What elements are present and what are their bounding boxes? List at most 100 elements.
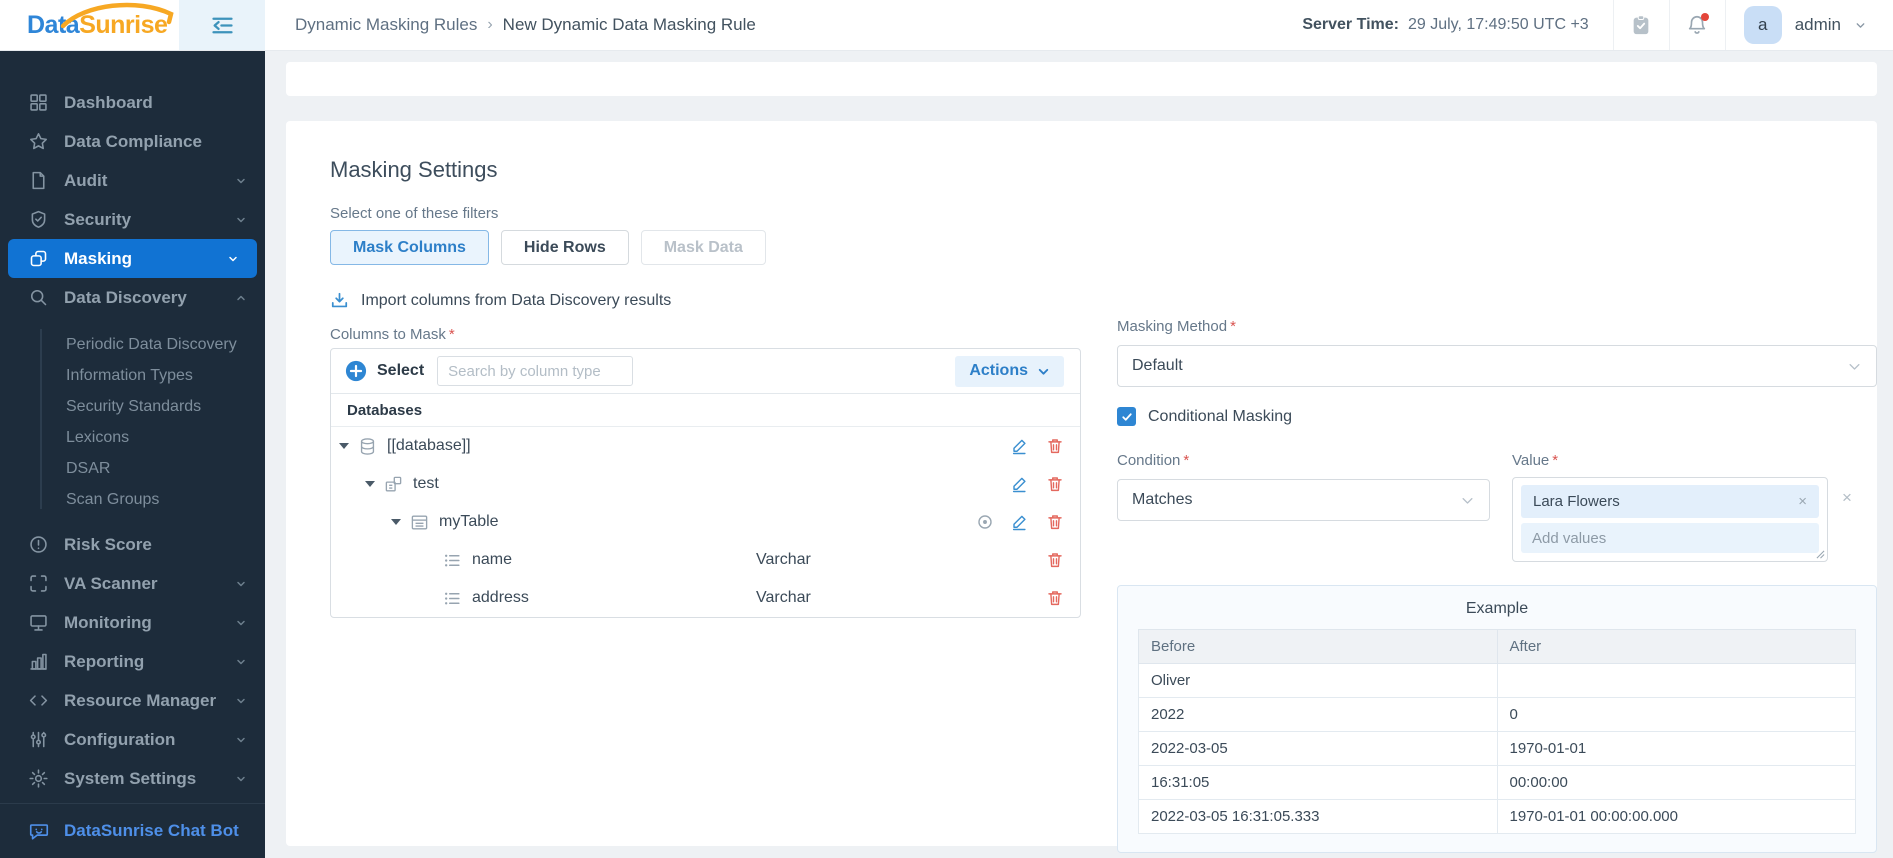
example-title: Example	[1465, 600, 1529, 617]
add-values-input[interactable]	[1521, 523, 1819, 553]
value-tags-box[interactable]: Lara Flowers ×	[1512, 477, 1828, 562]
sidebar-collapse-button[interactable]	[179, 0, 265, 50]
breadcrumb-root-link[interactable]: Dynamic Masking Rules	[295, 15, 477, 35]
sidebar-item-resource-manager[interactable]: Resource Manager	[0, 681, 265, 720]
chevron-down-icon	[237, 737, 245, 742]
chevron-down-icon	[1856, 22, 1865, 28]
hide-rows-button[interactable]: Hide Rows	[500, 230, 629, 265]
value-chip-text: Lara Flowers	[1533, 493, 1620, 510]
brand-part1: Data	[27, 10, 80, 39]
conditional-masking-label: Conditional Masking	[1148, 407, 1293, 425]
user-menu[interactable]: a admin	[1724, 0, 1893, 50]
condition-select[interactable]: Matches	[1117, 479, 1490, 521]
remove-chip-icon[interactable]: ×	[1798, 493, 1807, 510]
conditional-masking-checkbox-row[interactable]: Conditional Masking	[1117, 407, 1877, 426]
checkbox-checked-icon[interactable]	[1117, 407, 1136, 426]
shield-check-icon	[31, 210, 46, 228]
sidebar-item-risk-score[interactable]: Risk Score	[0, 525, 265, 564]
collapse-caret-icon[interactable]	[339, 443, 349, 449]
actions-button[interactable]: Actions	[955, 355, 1064, 387]
chevron-down-icon	[237, 776, 245, 781]
delete-icon[interactable]	[1046, 513, 1064, 531]
resize-handle-icon[interactable]	[1816, 550, 1825, 559]
table-row: Oliver	[1138, 663, 1856, 698]
chevron-down-icon	[237, 659, 245, 664]
example-table: Before After Oliver 2022 0 2022-03-05 19…	[1138, 629, 1856, 834]
value-label: Value *	[1512, 452, 1559, 469]
required-asterisk: *	[448, 326, 455, 343]
mask-data-button[interactable]: Mask Data	[640, 230, 766, 265]
database-node-label: [[database]]	[387, 437, 471, 454]
required-asterisk: *	[1552, 452, 1559, 469]
tree-node-schema[interactable]: test	[331, 465, 1080, 503]
sidebar-item-data-discovery[interactable]: Data Discovery	[0, 278, 265, 317]
required-asterisk: *	[1183, 452, 1190, 469]
edit-icon[interactable]	[1011, 437, 1029, 455]
delete-icon[interactable]	[1046, 551, 1064, 569]
sidebar-item-reporting[interactable]: Reporting	[0, 642, 265, 681]
sidebar-item-dashboard[interactable]: Dashboard	[0, 83, 265, 122]
sidebar-item-security[interactable]: Security	[0, 200, 265, 239]
column-type-search-input[interactable]	[437, 356, 634, 386]
sidebar-subitem-information-types[interactable]: Information Types	[0, 360, 265, 391]
sidebar-subitem-dsar[interactable]: DSAR	[0, 453, 265, 484]
databases-group-header: Databases	[331, 394, 1080, 427]
sidebar-subitem-lexicons[interactable]: Lexicons	[0, 422, 265, 453]
table-row: 2022 0	[1138, 697, 1856, 732]
chat-bot-icon	[29, 824, 49, 840]
tree-node-table[interactable]: myTable	[331, 503, 1080, 541]
sidebar-subitem-security-standards[interactable]: Security Standards	[0, 391, 265, 422]
server-time: Server Time: 29 July, 17:49:50 UTC +3	[1302, 0, 1612, 50]
chevron-down-icon	[1038, 368, 1049, 375]
sidebar-item-data-compliance[interactable]: Data Compliance	[0, 122, 265, 161]
import-columns-label: Import columns from Data Discovery resul…	[361, 291, 672, 309]
import-columns-link[interactable]: Import columns from Data Discovery resul…	[330, 291, 1081, 310]
sidebar-item-masking[interactable]: Masking	[8, 239, 257, 278]
chevron-down-icon	[1462, 497, 1473, 504]
database-icon	[360, 437, 375, 455]
masking-method-label: Masking Method *	[1117, 318, 1236, 335]
star-icon	[30, 133, 47, 150]
delete-icon[interactable]	[1046, 437, 1064, 455]
tree-node-database[interactable]: [[database]]	[331, 427, 1080, 465]
select-label: Select	[377, 362, 425, 379]
sidebar-subitem-periodic-data-discovery[interactable]: Periodic Data Discovery	[0, 329, 265, 360]
dashboard-grid-icon	[30, 94, 47, 111]
tree-node-column-name[interactable]: name Varchar	[331, 541, 1080, 579]
sidebar-item-monitoring[interactable]: Monitoring	[0, 603, 265, 642]
table-row: 2022-03-05 16:31:05.333 1970-01-01 00:00…	[1138, 799, 1856, 834]
chevron-down-icon	[237, 217, 245, 222]
add-column-icon[interactable]	[345, 360, 367, 382]
breadcrumb-separator: ›	[487, 16, 493, 33]
tasks-button[interactable]	[1612, 0, 1669, 50]
sidebar-item-chat-bot[interactable]: DataSunrise Chat Bot	[0, 803, 265, 842]
filters-label: Select one of these filters	[330, 205, 499, 222]
clear-values-icon[interactable]: ×	[1842, 489, 1852, 506]
sliders-icon	[30, 731, 47, 748]
masking-method-select[interactable]: Default	[1117, 345, 1877, 387]
chevron-down-icon	[237, 698, 245, 703]
scanner-frame-icon	[30, 575, 47, 592]
collapse-caret-icon[interactable]	[391, 519, 401, 525]
tree-node-column-address[interactable]: address Varchar	[331, 579, 1080, 617]
delete-icon[interactable]	[1046, 475, 1064, 493]
notifications-button[interactable]	[1668, 0, 1725, 50]
delete-icon[interactable]	[1046, 589, 1064, 607]
sidebar-item-configuration[interactable]: Configuration	[0, 720, 265, 759]
sidebar-subitem-scan-groups[interactable]: Scan Groups	[0, 484, 265, 515]
document-icon	[32, 171, 45, 190]
sidebar-item-audit[interactable]: Audit	[0, 161, 265, 200]
sidebar-item-va-scanner[interactable]: VA Scanner	[0, 564, 265, 603]
sidebar-item-system-settings[interactable]: System Settings	[0, 759, 265, 798]
tree-toolbar: Select Actions	[331, 349, 1080, 394]
column-list-icon	[444, 554, 460, 566]
example-col-after: After	[1496, 629, 1856, 664]
mask-columns-button[interactable]: Mask Columns	[330, 230, 489, 265]
gear-icon	[29, 769, 48, 788]
edit-icon[interactable]	[1011, 475, 1029, 493]
collapse-caret-icon[interactable]	[365, 481, 375, 487]
edit-icon[interactable]	[1011, 513, 1029, 531]
brand-part2: Sunrise	[79, 10, 168, 39]
masking-layers-icon	[30, 250, 47, 267]
preview-icon[interactable]	[976, 513, 994, 531]
